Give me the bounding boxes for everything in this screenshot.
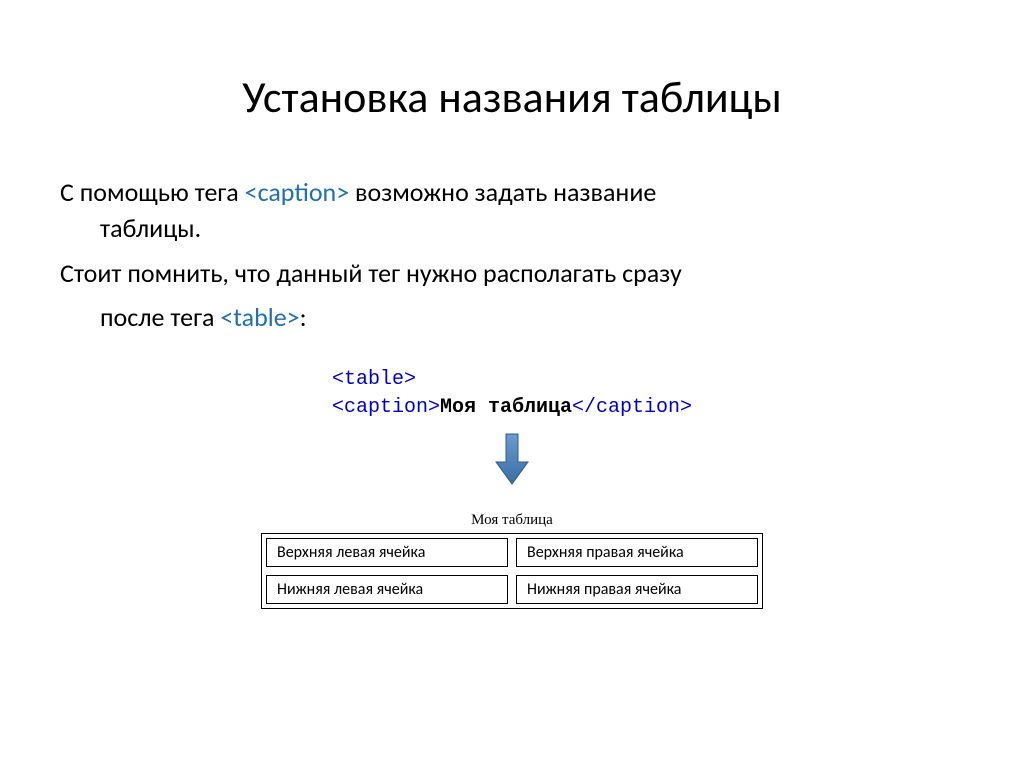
code-example: <table> <caption>Моя таблица</caption>	[332, 366, 692, 422]
p1-post: возможно задать название	[349, 176, 656, 208]
code-line-2: <caption>Моя таблица</caption>	[332, 394, 692, 422]
paragraph-1: С помощью тега <caption> возможно задать…	[60, 174, 964, 247]
code-line-1: <table>	[332, 366, 692, 394]
slide-content: Установка названия таблицы С помощью тег…	[0, 0, 1024, 649]
p2-line2-pre: после тега	[100, 301, 220, 333]
p1-tag: <caption>	[245, 176, 350, 208]
p1-pre: С помощью тега	[60, 176, 245, 208]
p2-line2-tag: <table>	[220, 301, 299, 333]
slide-title: Установка названия таблицы	[60, 70, 964, 124]
demo-table-container: Моя таблица Верхняя левая ячейка Верхняя…	[261, 512, 763, 609]
arrow-down-icon	[492, 432, 532, 487]
p2-line1: Стоит помнить, что данный тег нужно расп…	[60, 255, 964, 291]
code-open-tag: <caption>	[332, 396, 440, 419]
demo-table: Верхняя левая ячейка Верхняя правая ячей…	[261, 533, 763, 609]
cell-top-left: Верхняя левая ячейка	[266, 538, 508, 567]
arrow-down	[60, 432, 964, 492]
demo-table-wrap: Моя таблица Верхняя левая ячейка Верхняя…	[60, 512, 964, 609]
p2-line2-post: :	[300, 301, 307, 333]
code-text: Моя таблица	[440, 396, 572, 419]
p1-line2: таблицы.	[100, 210, 964, 246]
p2-line2: после тега <table>:	[100, 299, 964, 335]
cell-top-right: Верхняя правая ячейка	[516, 538, 758, 567]
cell-bottom-left: Нижняя левая ячейка	[266, 575, 508, 604]
code-close-tag: </caption>	[572, 396, 692, 419]
cell-bottom-right: Нижняя правая ячейка	[516, 575, 758, 604]
paragraph-2: Стоит помнить, что данный тег нужно расп…	[60, 255, 964, 336]
demo-caption: Моя таблица	[261, 512, 763, 529]
